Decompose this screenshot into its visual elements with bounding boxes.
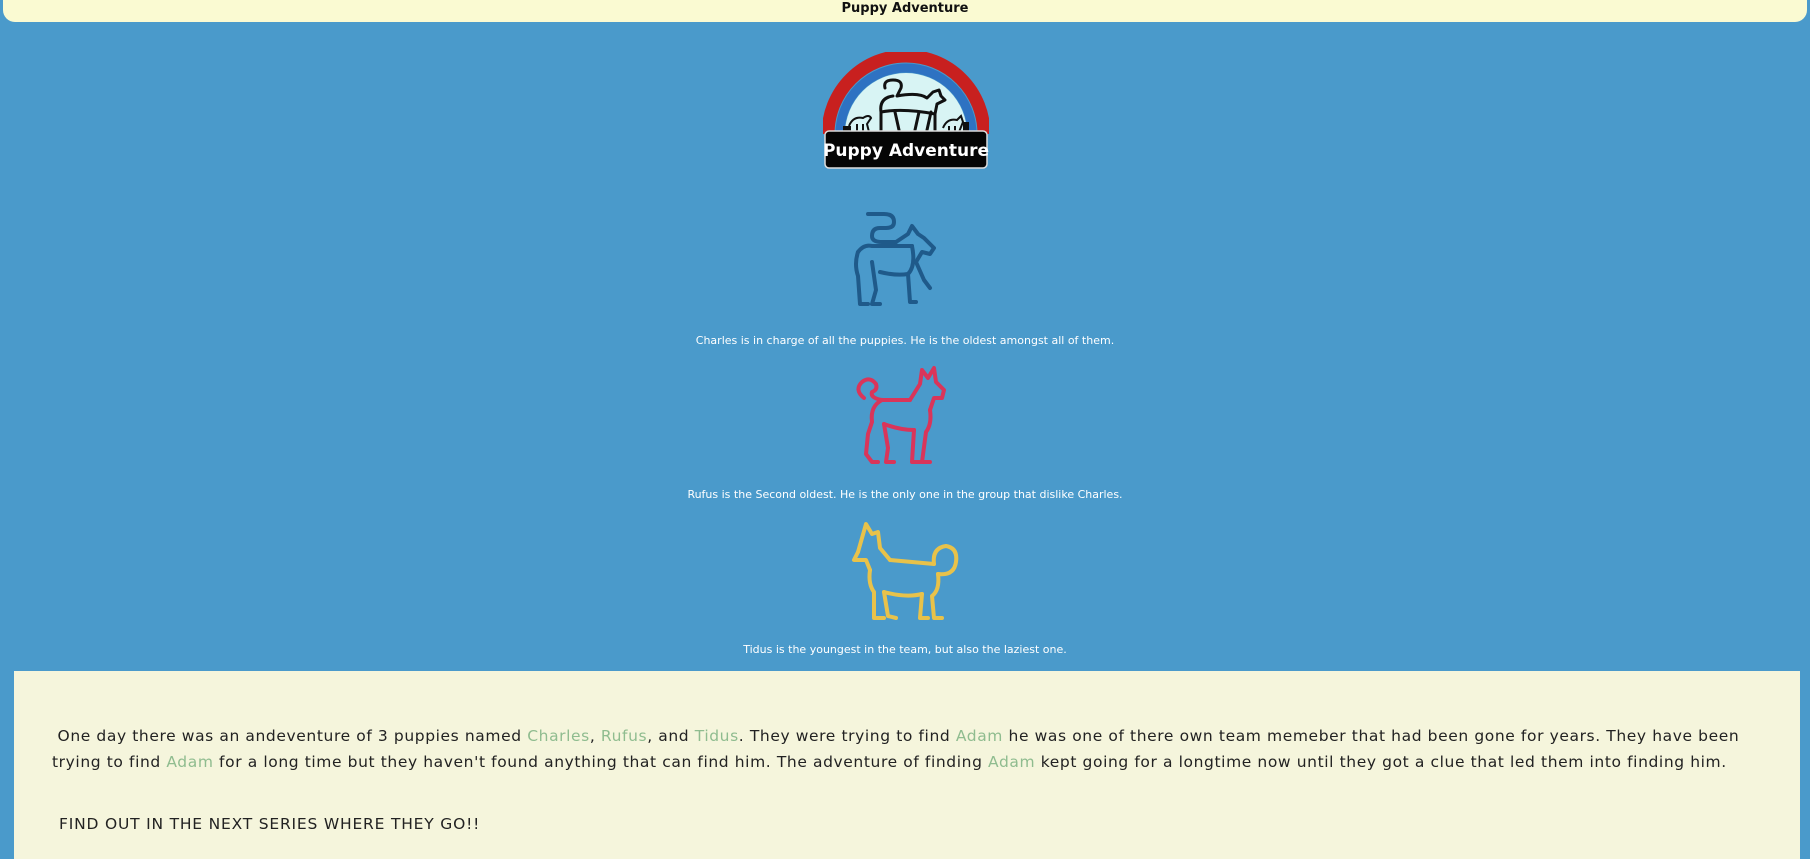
dog-charles-icon [854, 212, 936, 306]
next-series-text: FIND OUT IN THE NEXT SERIES WHERE THEY G… [59, 815, 481, 833]
logo-text: Puppy Adventure [823, 141, 989, 161]
dog-tidus-icon [852, 522, 959, 620]
story-text-part: , [589, 727, 601, 745]
name-adam: Adam [166, 753, 214, 771]
dogs-logo-icon: Puppy Adventure [823, 52, 989, 169]
page-title: Puppy Adventure [841, 1, 969, 16]
rufus-caption: Rufus is the Second oldest. He is the on… [687, 488, 1123, 501]
story-paragraph: One day there was an andeventure of 3 pu… [52, 723, 1778, 775]
tidus-caption: Tidus is the youngest in the team, but a… [743, 643, 1067, 656]
story-text-part: . They were trying to find [738, 727, 956, 745]
story-panel: One day there was an andeventure of 3 pu… [14, 671, 1800, 859]
name-tidus: Tidus [694, 727, 739, 745]
charles-caption: Charles is in charge of all the puppies.… [695, 334, 1115, 347]
story-text-part: for a long time but they haven't found a… [213, 753, 989, 771]
story-text-part: kept going for a longtime now until they… [1035, 753, 1727, 771]
name-rufus: Rufus [600, 727, 648, 745]
story-text-part: One day there was an andeventure of 3 pu… [57, 727, 528, 745]
top-bar: Puppy Adventure [3, 0, 1807, 22]
name-adam: Adam [988, 753, 1036, 771]
story-text-part: , and [647, 727, 695, 745]
name-charles: Charles [527, 727, 590, 745]
dog-rufus-icon [856, 366, 946, 464]
name-adam: Adam [955, 727, 1004, 745]
